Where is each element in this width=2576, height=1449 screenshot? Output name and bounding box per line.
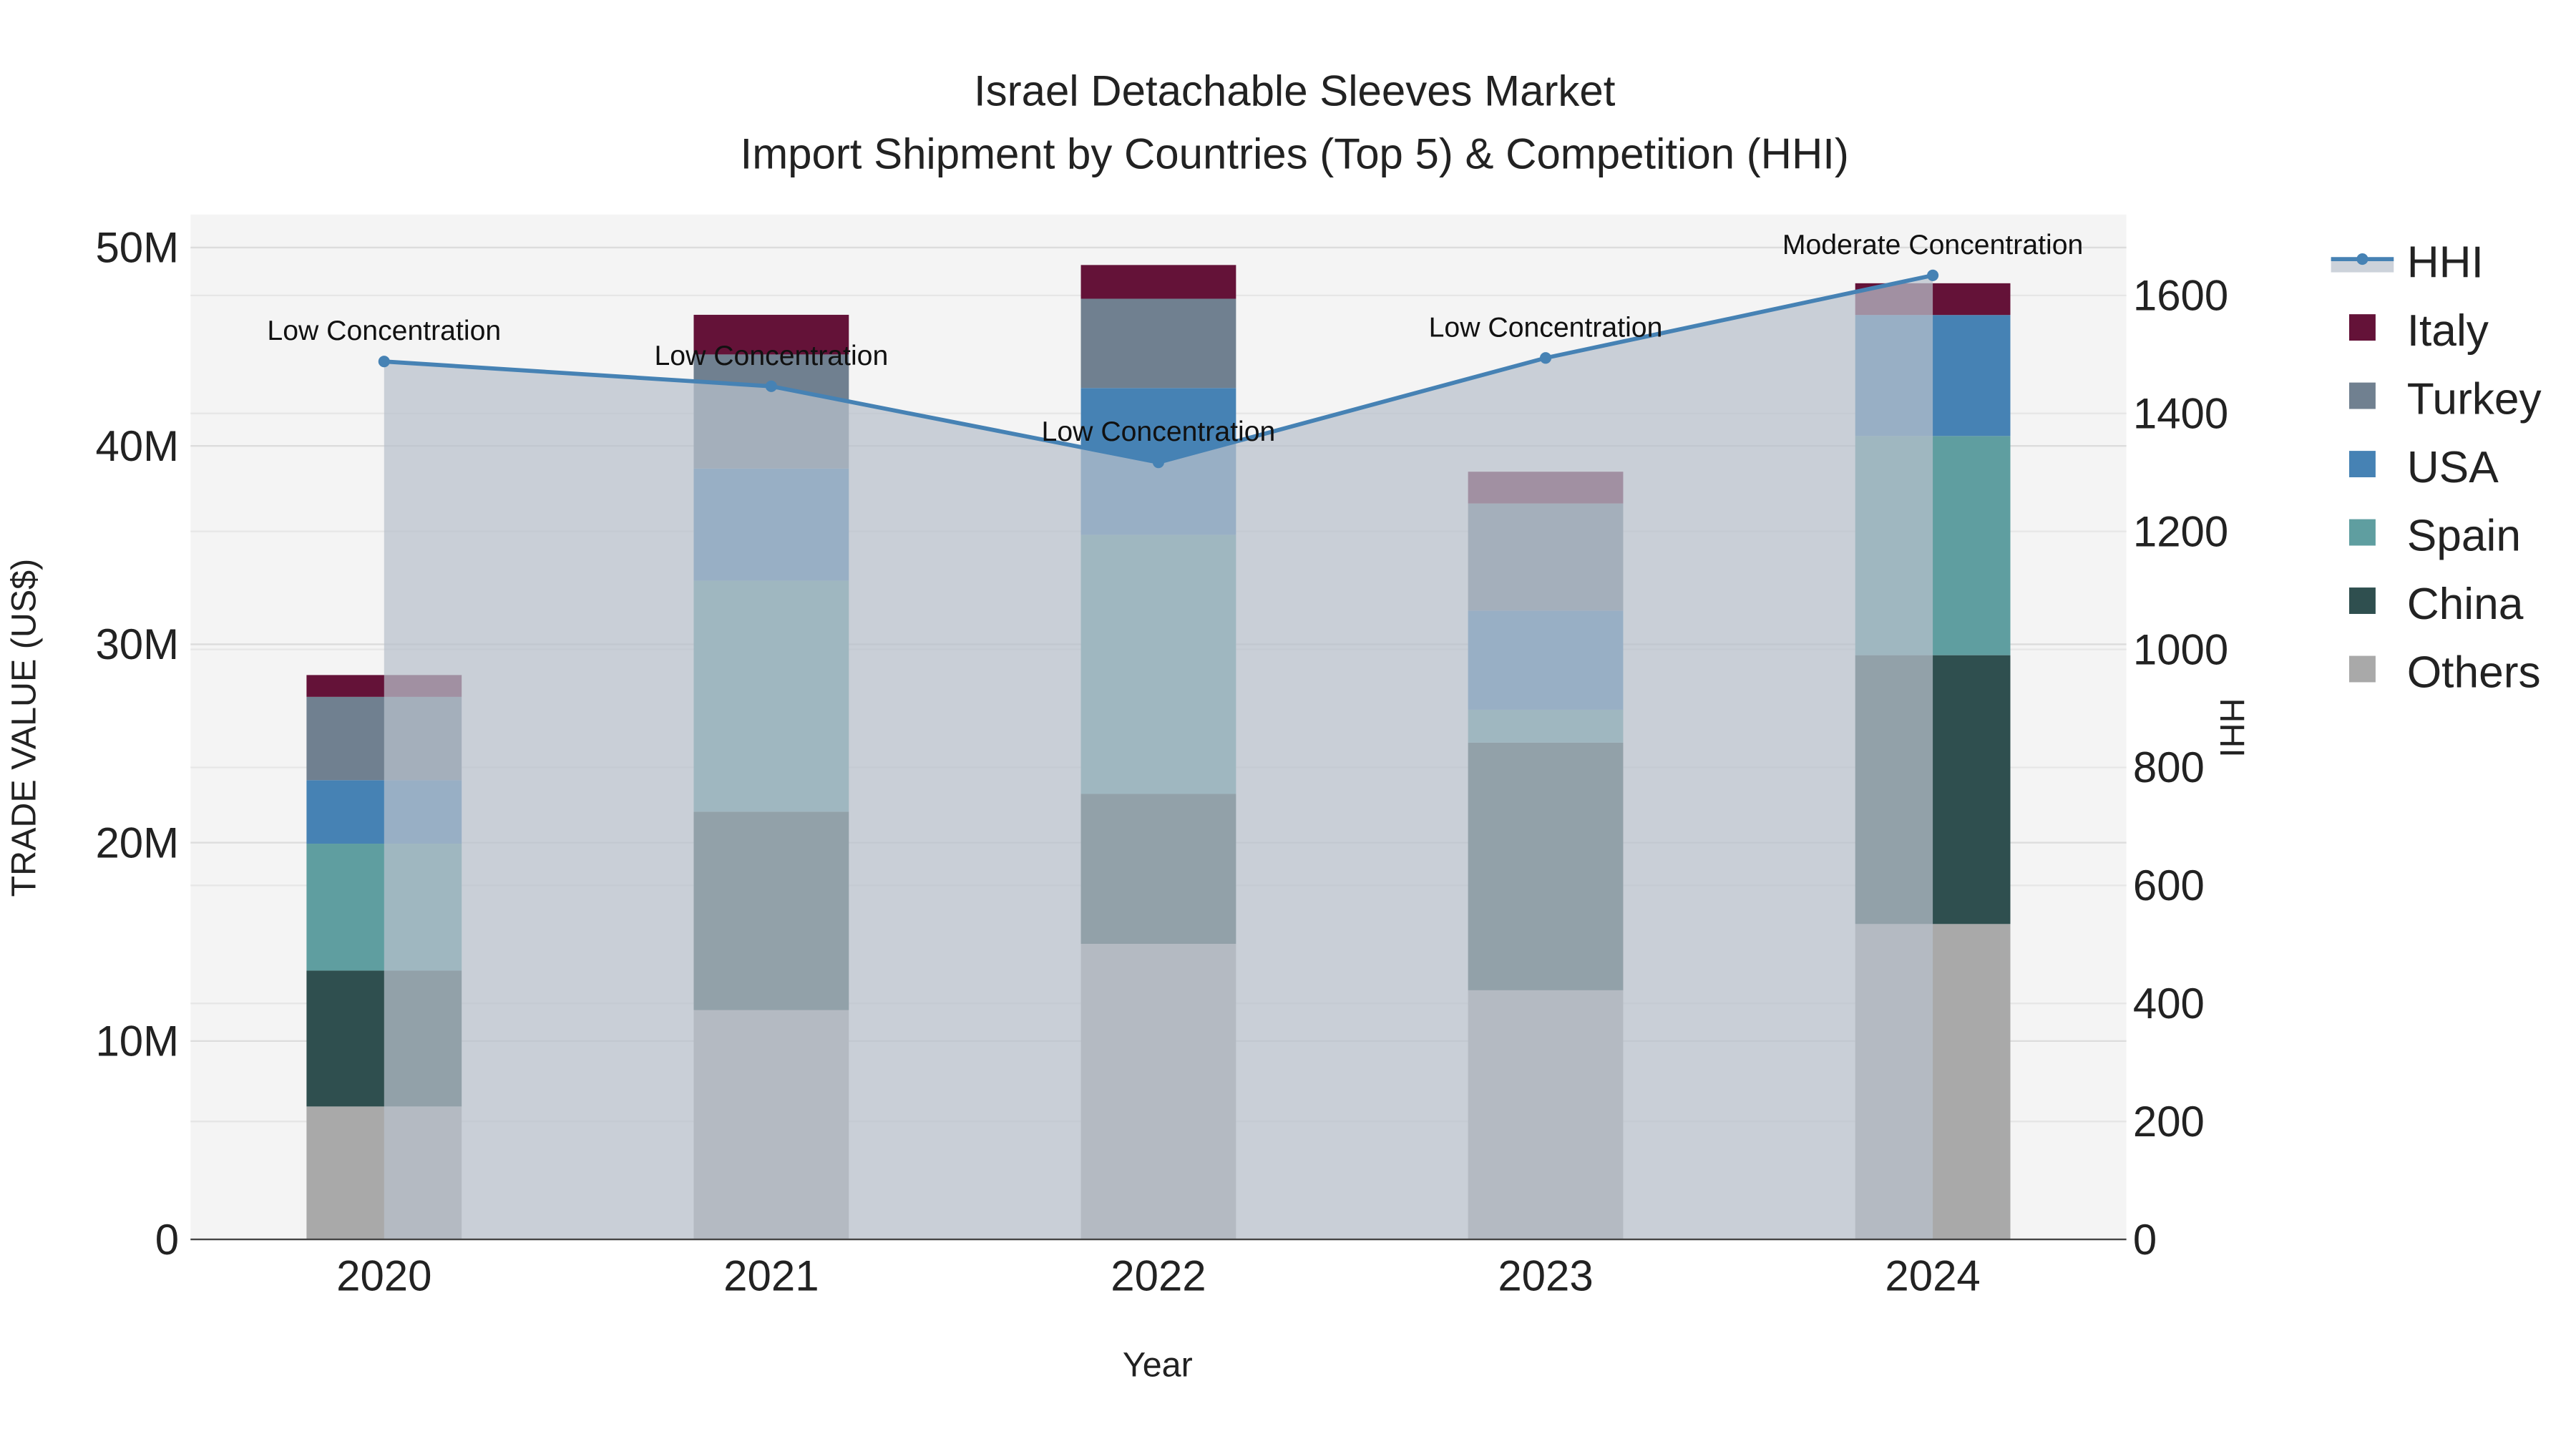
y2-tick-label: 200 (2133, 1098, 2205, 1146)
legend: HHI Italy Turkey USA Spain China Others (2331, 238, 2542, 697)
x-tick-label: 2021 (723, 1252, 819, 1300)
legend-label: Turkey (2407, 374, 2542, 424)
hhi-point (765, 380, 777, 392)
y-tick-label: 20M (95, 819, 179, 867)
legend-label: Italy (2407, 306, 2489, 356)
hhi-point (1152, 457, 1165, 469)
hhi-annotation: Low Concentration (1042, 416, 1276, 447)
legend-swatch (2349, 382, 2376, 409)
bar-italy (1080, 265, 1236, 299)
chart-title: Israel Detachable Sleeves Market (974, 67, 1616, 115)
legend-label: USA (2407, 443, 2499, 492)
hhi-annotation: Low Concentration (654, 341, 888, 371)
x-tick-label: 2024 (1885, 1252, 1980, 1300)
legend-label: Others (2407, 648, 2541, 697)
y2-axis-ticks: 0 200 400 600 800 1000 1200 1400 1600 (2133, 272, 2228, 1264)
legend-label: China (2407, 580, 2524, 629)
hhi-point (1539, 352, 1552, 364)
hhi-annotation: Low Concentration (1429, 312, 1663, 343)
legend-label: HHI (2407, 238, 2484, 287)
legend-label: Spain (2407, 511, 2521, 560)
x-tick-label: 2020 (336, 1252, 431, 1300)
legend-item-china: China (2349, 580, 2524, 629)
y2-tick-label: 600 (2133, 862, 2205, 909)
chart-subtitle: Import Shipment by Countries (Top 5) & C… (741, 130, 1849, 177)
y2-axis-label: HHI (2212, 698, 2251, 757)
y-tick-label: 0 (155, 1216, 179, 1264)
hhi-annotation: Moderate Concentration (1782, 230, 2083, 260)
legend-item-usa: USA (2349, 443, 2499, 492)
legend-item-turkey: Turkey (2349, 374, 2542, 424)
x-tick-label: 2023 (1498, 1252, 1593, 1300)
legend-swatch (2349, 587, 2376, 614)
y2-tick-label: 1400 (2133, 390, 2228, 438)
y-tick-label: 50M (95, 224, 179, 272)
y-axis-label: TRADE VALUE (US$) (4, 559, 43, 897)
y2-tick-label: 800 (2133, 743, 2205, 791)
hhi-annotation: Low Concentration (267, 316, 501, 346)
y-tick-label: 30M (95, 620, 179, 668)
legend-swatch (2349, 519, 2376, 546)
y2-tick-label: 1000 (2133, 625, 2228, 673)
legend-swatch (2349, 314, 2376, 341)
legend-item-italy: Italy (2349, 306, 2489, 356)
x-tick-label: 2022 (1111, 1252, 1206, 1300)
y2-tick-label: 1600 (2133, 272, 2228, 320)
y-tick-label: 10M (95, 1018, 179, 1065)
y2-tick-label: 0 (2133, 1216, 2157, 1264)
y2-tick-label: 1200 (2133, 507, 2228, 555)
legend-item-hhi: HHI (2331, 238, 2484, 287)
hhi-point (378, 356, 390, 368)
bar-turkey (1080, 298, 1236, 389)
x-axis-label: Year (1123, 1346, 1193, 1385)
y-axis-ticks: 0 10M 20M 30M 40M 50M (95, 224, 179, 1264)
y2-tick-label: 400 (2133, 980, 2205, 1028)
legend-swatch (2349, 451, 2376, 478)
legend-item-others: Others (2349, 648, 2541, 697)
legend-item-spain: Spain (2349, 511, 2521, 560)
chart: Low Concentration Low Concentration Low Co… (4, 67, 2542, 1385)
hhi-point (1927, 269, 1939, 281)
y-tick-label: 40M (95, 422, 179, 470)
x-axis-ticks: 2020 2021 2022 2023 2024 (336, 1252, 1981, 1300)
legend-swatch (2349, 655, 2376, 683)
legend-swatch-point (2356, 253, 2368, 265)
